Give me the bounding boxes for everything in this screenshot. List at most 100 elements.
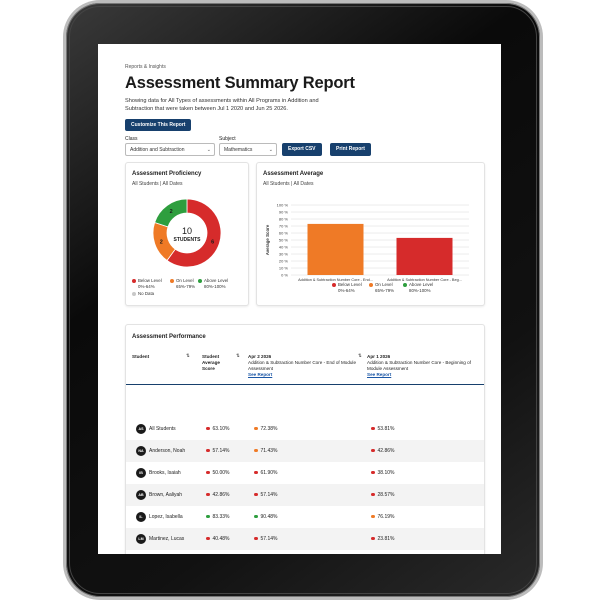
legend-range: 65%-79%: [375, 287, 395, 293]
y-tick-label: 0 %: [281, 273, 288, 278]
level-dot: [254, 426, 258, 431]
score-a-value: 57.14%: [260, 536, 278, 542]
table-row[interactable]: IB Brooks, Isaiah 50.00% 61.90% 38.10%: [126, 462, 484, 484]
legend-item: Above Level 80%-100%: [403, 282, 433, 293]
y-tick-label: 30 %: [279, 252, 289, 257]
proficiency-donut-chart: 6 2 2 10STUDENTS: [152, 198, 222, 268]
student-name[interactable]: All Students: [149, 426, 176, 432]
score-b-value: 42.86%: [377, 448, 395, 454]
legend-label: No Data: [138, 291, 155, 296]
legend-range: 0%-64%: [338, 287, 355, 293]
student-name[interactable]: Brooks, Isaiah: [149, 470, 181, 476]
report-content: Reports & Insights Assessment Summary Re…: [125, 64, 483, 160]
y-tick-label: 90 %: [279, 210, 289, 215]
student-name[interactable]: Martinez, Lucas: [149, 536, 184, 542]
legend-item: Below Level 0%-64%: [332, 282, 362, 293]
subject-select-value: Mathematics: [224, 147, 253, 153]
sort-icon[interactable]: ⇅: [186, 353, 190, 359]
legend-item: Below Level 0%-64%: [132, 278, 162, 289]
sort-icon[interactable]: ⇅: [358, 353, 362, 359]
sort-icon[interactable]: ⇅: [236, 353, 240, 359]
legend-item: On Level 65%-79%: [369, 282, 394, 293]
score-b-cell: 53.81%: [371, 426, 394, 432]
table-row[interactable]: AB Brown, Aaliyah 42.86% 57.14% 28.57%: [126, 484, 484, 506]
level-dot: [371, 448, 375, 453]
subject-select[interactable]: Mathematics ⌄: [219, 143, 277, 156]
level-dot: [254, 448, 258, 453]
y-tick-label: 80 %: [279, 217, 289, 222]
table-row[interactable]: AS All Students 63.10% 72.38% 53.81%: [126, 418, 484, 440]
donut-slice-label: 6: [211, 239, 214, 245]
score-b-cell: 28.57%: [371, 492, 394, 498]
table-row[interactable]: IL Lopez, Isabella 83.33% 90.48% 76.19%: [126, 506, 484, 528]
legend-range: 65%-79%: [176, 283, 196, 289]
col-avg-header[interactable]: Student Average Score: [202, 354, 232, 372]
chevron-down-icon: ⌄: [268, 147, 273, 153]
score-b-cell: 38.10%: [371, 470, 394, 476]
see-report-link-b[interactable]: See Report: [367, 372, 477, 378]
col-student-header[interactable]: Student: [132, 354, 149, 359]
proficiency-card: Assessment Proficiency All Students | Al…: [125, 162, 249, 306]
class-label: Class: [125, 136, 138, 142]
score-b-value: 53.81%: [377, 426, 395, 432]
see-report-link-a[interactable]: See Report: [248, 372, 356, 378]
score-b-value: 28.57%: [377, 492, 395, 498]
legend-item: On Level 65%-79%: [170, 278, 195, 289]
y-tick-label: 60 %: [279, 231, 289, 236]
average-title: Assessment Average: [263, 171, 324, 177]
student-name[interactable]: Anderson, Noah: [149, 448, 185, 454]
avg-score-value: 40.48%: [212, 536, 230, 542]
subject-label: Subject: [219, 136, 236, 142]
avg-score-cell: 42.86%: [206, 492, 229, 498]
legend-item: Above Level 80%-100%: [198, 278, 228, 289]
student-name[interactable]: Lopez, Isabella: [149, 514, 183, 520]
level-dot: [254, 492, 258, 497]
class-select[interactable]: Addition and Subtraction ⌄: [125, 143, 215, 156]
score-a-value: 72.38%: [260, 426, 278, 432]
avatar: AS: [136, 424, 146, 434]
avg-score-value: 83.33%: [212, 514, 230, 520]
export-csv-button[interactable]: Export CSV: [282, 143, 322, 156]
level-dot: [371, 492, 375, 497]
proficiency-subtitle: All Students | All Dates: [132, 181, 183, 187]
y-axis-label: Average Score: [265, 224, 270, 255]
score-a-value: 90.48%: [260, 514, 278, 520]
legend-item: No Data: [132, 291, 154, 297]
score-a-cell: 57.14%: [254, 492, 277, 498]
legend-swatch: [132, 278, 136, 283]
table-row[interactable]: LM Martinez, Lucas 40.48% 57.14% 23.81%: [126, 528, 484, 550]
bar[interactable]: [396, 237, 453, 275]
bar[interactable]: [307, 223, 364, 275]
avg-score-cell: 83.33%: [206, 514, 229, 520]
score-a-cell: 72.38%: [254, 426, 277, 432]
level-dot: [254, 470, 258, 475]
col-a-header: Apr 2 2026 Addition & Subtraction Number…: [248, 354, 356, 378]
print-report-button[interactable]: Print Report: [330, 143, 371, 156]
y-tick-label: 100 %: [277, 203, 289, 208]
level-dot: [371, 536, 375, 541]
legend-range: 80%-100%: [409, 287, 431, 293]
level-dot: [371, 514, 375, 519]
level-dot: [254, 536, 258, 541]
score-b-value: 38.10%: [377, 470, 395, 476]
level-dot: [371, 470, 375, 475]
score-a-cell: 90.48%: [254, 514, 277, 520]
donut-center-number: 10: [182, 226, 192, 236]
proficiency-title: Assessment Proficiency: [132, 171, 202, 177]
level-dot: [206, 426, 210, 431]
score-b-cell: 23.81%: [371, 536, 394, 542]
avatar: AB: [136, 490, 146, 500]
level-dot: [254, 514, 258, 519]
level-dot: [371, 426, 375, 431]
table-row[interactable]: NA Anderson, Noah 57.14% 71.43% 42.86%: [126, 440, 484, 462]
customize-report-button[interactable]: Customize This Report: [125, 119, 192, 131]
legend-swatch: [332, 282, 336, 287]
level-dot: [206, 470, 210, 475]
student-name[interactable]: Brown, Aaliyah: [149, 492, 182, 498]
chevron-down-icon: ⌄: [206, 147, 211, 153]
breadcrumb[interactable]: Reports & Insights: [125, 64, 483, 70]
y-tick-label: 70 %: [279, 224, 289, 229]
y-tick-label: 50 %: [279, 238, 289, 243]
header-divider: [126, 383, 484, 385]
score-a-value: 57.14%: [260, 492, 278, 498]
